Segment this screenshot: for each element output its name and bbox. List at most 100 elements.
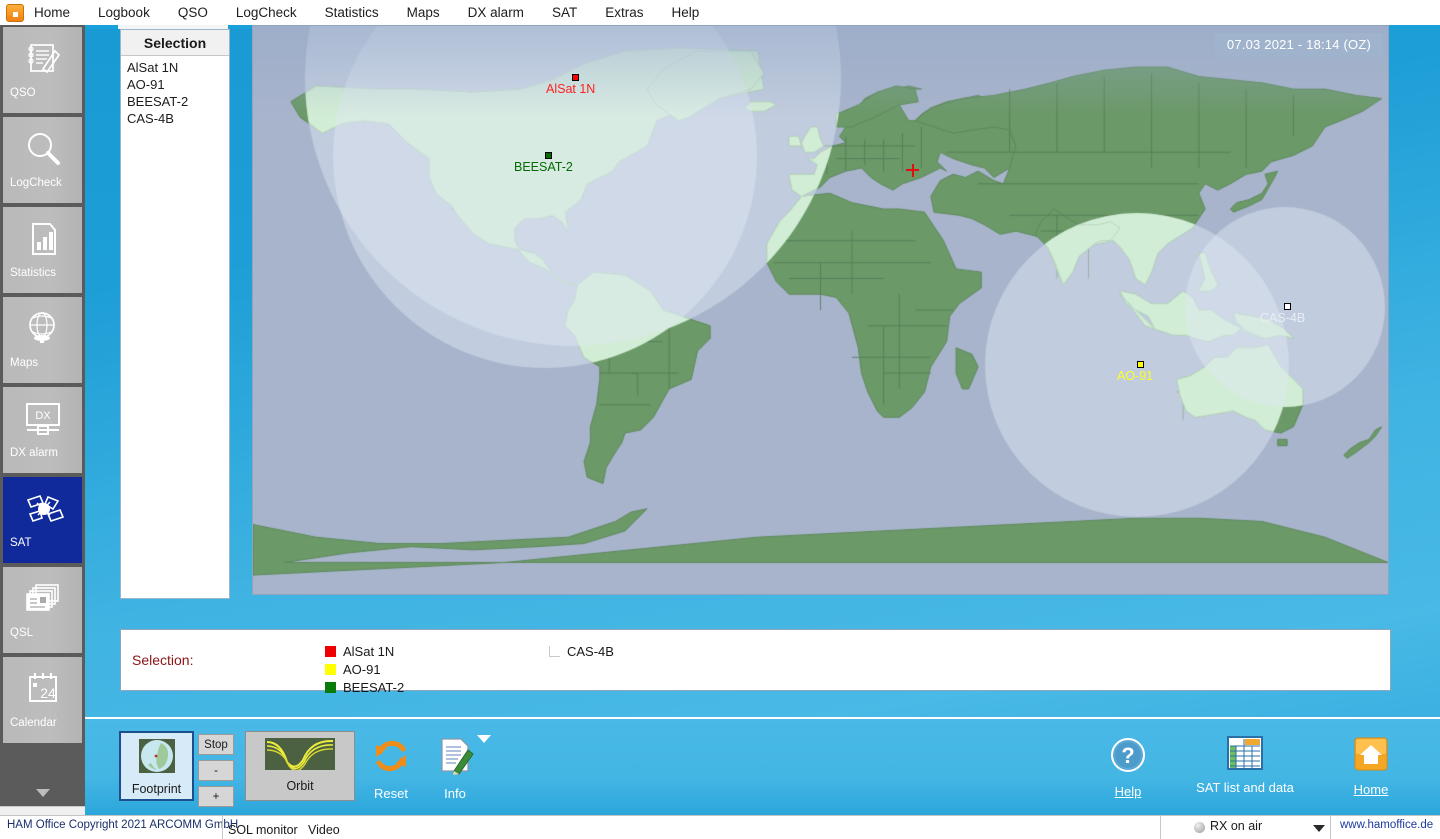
orbit-button[interactable]: Orbit — [245, 731, 355, 801]
sat-box-icon — [572, 74, 579, 81]
statusbar-rx-status: RX on air — [1210, 819, 1263, 833]
sidebar-bottom-scrollbar[interactable] — [0, 806, 85, 815]
legend-swatch-icon — [325, 646, 336, 657]
spreadsheet-table-icon — [1226, 735, 1264, 776]
sidebar-item-statistics[interactable]: Statistics — [3, 207, 82, 293]
sidebar-item-logcheck[interactable]: LogCheck — [3, 117, 82, 203]
statusbar-separator — [1330, 816, 1331, 839]
legend-entry-cas4b: CAS-4B — [549, 644, 614, 659]
legend-label: BEESAT-2 — [343, 680, 405, 695]
legend-entry-ao91: AO-91 — [325, 662, 381, 677]
menu-item-logcheck[interactable]: LogCheck — [222, 1, 311, 25]
legend-title: Selection: — [132, 652, 194, 668]
legend-label: AO-91 — [343, 662, 381, 677]
satellite-icon — [3, 479, 82, 539]
legend-swatch-icon — [325, 664, 336, 675]
sat-label: BEESAT-2 — [514, 160, 573, 174]
statusbar-caret-down-icon[interactable] — [1313, 825, 1325, 832]
sidebar-label-dx-alarm: DX alarm — [10, 447, 58, 459]
sat-list-and-data-button[interactable]: SAT list and data — [1165, 735, 1325, 805]
menu-item-maps[interactable]: Maps — [393, 1, 454, 25]
statusbar-separator — [222, 816, 223, 839]
sat-marker-cas4b[interactable]: CAS-4B — [1260, 303, 1305, 325]
monitor-dx-icon: DX — [3, 389, 82, 449]
sat-box-icon — [545, 152, 552, 159]
map-canvas[interactable] — [253, 26, 1388, 594]
sat-box-icon — [1137, 361, 1144, 368]
sat-marker-ao91[interactable]: AO-91 — [1117, 361, 1153, 383]
sat-label: AO-91 — [1117, 369, 1154, 383]
sidebar-label-maps: Maps — [10, 357, 39, 369]
bottom-toolbar: Footprint Stop - + Orbit Reset Info ? He… — [85, 717, 1440, 815]
sat-marker-beesat2[interactable]: BEESAT-2 — [514, 152, 573, 174]
sidebar-label-logcheck: LogCheck — [10, 177, 62, 189]
stop-button[interactable]: Stop — [198, 734, 234, 755]
footprint-globe-icon — [135, 739, 179, 778]
sidebar-item-maps[interactable]: Maps — [3, 297, 82, 383]
menu-item-extras[interactable]: Extras — [591, 1, 657, 25]
home-orange-icon — [1352, 735, 1390, 778]
list-item[interactable]: AlSat 1N — [121, 59, 229, 76]
list-item[interactable]: BEESAT-2 — [121, 93, 229, 110]
legend-swatch-icon — [325, 682, 336, 693]
zoom-out-button[interactable]: - — [198, 760, 234, 781]
menu-item-sat[interactable]: SAT — [538, 1, 591, 25]
top-menu-bar: Home Logbook QSO LogCheck Statistics Map… — [0, 0, 1440, 25]
question-mark-circle-icon: ? — [1108, 735, 1148, 780]
sidebar-item-qsl[interactable]: QSL — [3, 567, 82, 653]
legend-label: AlSat 1N — [343, 644, 395, 659]
selection-panel: Selection AlSat 1N AO-91 BEESAT-2 CAS-4B — [120, 29, 230, 599]
menu-item-qso[interactable]: QSO — [164, 1, 222, 25]
world-map[interactable]: 07.03 2021 - 18:14 (OZ) AlSat 1N BEESAT-… — [252, 25, 1389, 595]
sat-label: AlSat 1N — [546, 82, 596, 96]
sidebar-item-qso[interactable]: QSO — [3, 27, 82, 113]
calendar-24-icon: 24 — [3, 659, 82, 719]
orbit-label: Orbit — [286, 779, 314, 793]
home-button[interactable]: Home — [1333, 735, 1409, 805]
reset-label: Reset — [374, 786, 408, 801]
selection-list[interactable]: AlSat 1N AO-91 BEESAT-2 CAS-4B — [121, 56, 229, 127]
bar-chart-page-icon — [3, 209, 82, 269]
sidebar-item-sat[interactable]: SAT — [3, 477, 82, 563]
magnifier-icon — [3, 119, 82, 179]
sidebar-item-calendar[interactable]: 24 Calendar — [3, 657, 82, 743]
info-dropdown-caret-down-icon[interactable] — [477, 735, 491, 743]
app-logo-home-icon[interactable] — [6, 3, 24, 22]
legend-panel: Selection: AlSat 1N AO-91 BEESAT-2 CAS-4… — [120, 629, 1391, 695]
statusbar-video[interactable]: Video — [308, 823, 340, 837]
list-item[interactable]: CAS-4B — [121, 110, 229, 127]
cards-stack-icon — [3, 569, 82, 629]
sidebar-item-dx-alarm[interactable]: DX DX alarm — [3, 387, 82, 473]
help-label: Help — [1114, 784, 1142, 799]
menu-item-home[interactable]: Home — [34, 1, 84, 25]
statusbar-sol-monitor[interactable]: SOL monitor — [228, 823, 298, 837]
status-bar: HAM Office Copyright 2021 ARCOMM GmbH SO… — [0, 815, 1440, 839]
home-label: Home — [1353, 782, 1389, 797]
sat-marker-alsat1n[interactable]: AlSat 1N — [546, 74, 595, 96]
svg-text:24: 24 — [40, 685, 56, 701]
footprint-label: Footprint — [131, 782, 182, 796]
zoom-in-button[interactable]: + — [198, 786, 234, 807]
refresh-circular-arrows-icon — [370, 735, 412, 782]
list-item[interactable]: AO-91 — [121, 76, 229, 93]
statusbar-separator — [1160, 816, 1161, 839]
selection-panel-title: Selection — [121, 30, 229, 56]
menu-item-statistics[interactable]: Statistics — [311, 1, 393, 25]
sidebar-label-calendar: Calendar — [10, 717, 57, 729]
help-button[interactable]: ? Help — [1090, 735, 1166, 805]
info-label: Info — [444, 786, 466, 801]
sidebar-scroll-down-chevron-down-icon[interactable] — [36, 789, 50, 797]
sidebar-label-qsl: QSL — [10, 627, 34, 639]
menu-item-help[interactable]: Help — [657, 1, 713, 25]
info-button[interactable]: Info — [417, 735, 493, 805]
menu-item-logbook[interactable]: Logbook — [84, 1, 164, 25]
footprint-button[interactable]: Footprint — [119, 731, 194, 801]
orbit-curve-icon — [265, 738, 335, 775]
notepad-pencil-icon — [3, 29, 82, 89]
menu-item-dx-alarm[interactable]: DX alarm — [454, 1, 538, 25]
left-sidebar: QSO LogCheck Statistics Maps DX DX alarm… — [0, 25, 85, 815]
statusbar-website-link[interactable]: www.hamoffice.de — [1340, 819, 1433, 831]
sat-box-icon — [1284, 303, 1291, 310]
main-content-area: Selection AlSat 1N AO-91 BEESAT-2 CAS-4B… — [85, 25, 1440, 815]
sidebar-label-sat: SAT — [10, 537, 32, 549]
